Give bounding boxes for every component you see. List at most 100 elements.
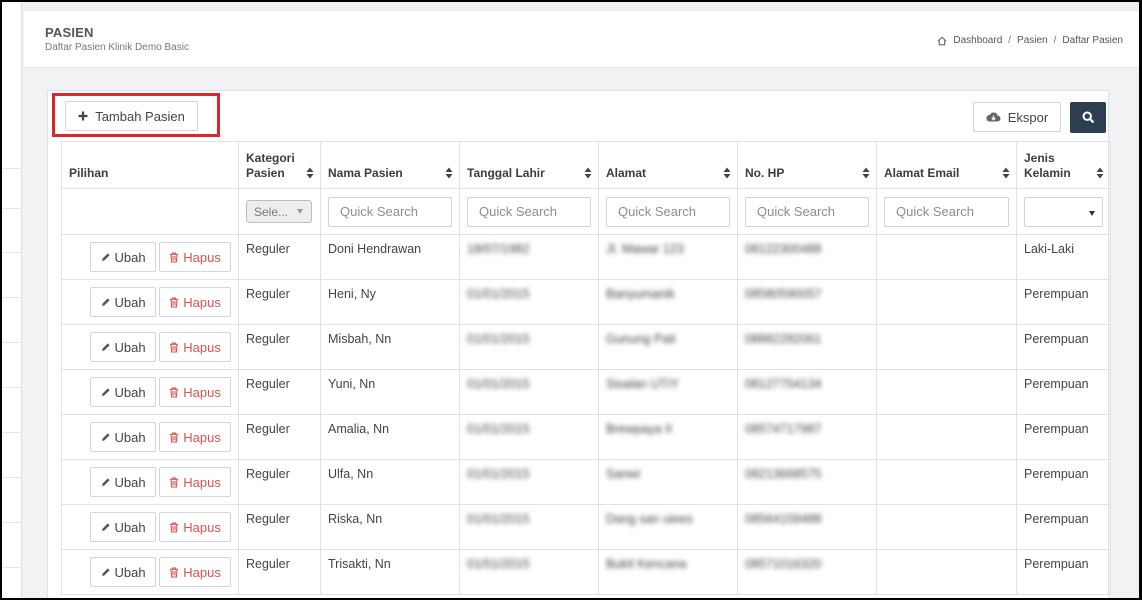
cell-no-hp: 08571016320	[737, 549, 877, 595]
cell-alamat: Dang san uiees	[598, 504, 738, 550]
column-header-email[interactable]: Alamat Email	[876, 141, 1017, 189]
cell-kategori: Reguler	[238, 414, 321, 460]
trash-icon	[170, 476, 179, 488]
plus-icon	[78, 111, 88, 121]
cell-email	[876, 234, 1017, 280]
sort-icon	[1096, 167, 1104, 179]
filter-row: Sele...	[61, 188, 1111, 235]
trash-icon	[170, 341, 179, 353]
table-row: Ubah Hapus Reguler Riska, Nn 01/01/2015 Dang …	[61, 504, 1111, 550]
edit-button[interactable]: Ubah	[90, 467, 157, 497]
cell-email	[876, 414, 1017, 460]
sort-icon	[862, 167, 870, 179]
cell-email	[876, 549, 1017, 595]
cell-kategori: Reguler	[238, 234, 321, 280]
table-row: Ubah Hapus Reguler Amalia, Nn 01/01/2015 Brew…	[61, 414, 1111, 460]
delete-button[interactable]: Hapus	[159, 467, 231, 497]
cell-tanggal-lahir: 01/01/2015	[459, 279, 599, 325]
table-row: Ubah Hapus Reguler Heni, Ny 01/01/2015 Banyum…	[61, 279, 1111, 325]
page-title: PASIEN	[45, 25, 94, 40]
table-row: Ubah Hapus Reguler Ulfa, Nn 01/01/2015 Sanwi 0…	[61, 459, 1111, 505]
row-actions: Ubah Hapus	[61, 234, 239, 280]
cell-alamat: Brewpaya II	[598, 414, 738, 460]
search-input-email[interactable]	[884, 196, 1009, 227]
row-actions: Ubah Hapus	[61, 369, 239, 415]
search-input-no-hp[interactable]	[745, 196, 869, 227]
patient-panel: Tambah Pasien Ekspor Pilihan Kategori Pa…	[47, 90, 1111, 598]
edit-button[interactable]: Ubah	[90, 332, 157, 362]
delete-button[interactable]: Hapus	[159, 287, 231, 317]
add-patient-button[interactable]: Tambah Pasien	[65, 101, 198, 131]
cell-no-hp: 08882282061	[737, 324, 877, 370]
delete-button[interactable]: Hapus	[159, 332, 231, 362]
sort-icon	[306, 167, 314, 179]
delete-button[interactable]: Hapus	[159, 422, 231, 452]
cell-nama: Misbah, Nn	[320, 324, 460, 370]
edit-button[interactable]: Ubah	[90, 242, 157, 272]
column-header-jenis-kelamin[interactable]: Jenis Kelamin	[1016, 141, 1111, 189]
gender-filter-select[interactable]	[1024, 196, 1103, 227]
search-button[interactable]	[1070, 102, 1106, 133]
edit-button[interactable]: Ubah	[90, 377, 157, 407]
cell-email	[876, 324, 1017, 370]
app-frame: PASIEN Daftar Pasien Klinik Demo Basic D…	[2, 2, 1139, 598]
cell-alamat: Gunung Pati	[598, 324, 738, 370]
search-input-nama[interactable]	[328, 196, 452, 227]
pencil-icon	[101, 253, 110, 261]
cell-no-hp: 08564159488	[737, 504, 877, 550]
column-header-no-hp[interactable]: No. HP	[737, 141, 877, 189]
edit-button[interactable]: Ubah	[90, 422, 157, 452]
cell-alamat: Sanwi	[598, 459, 738, 505]
breadcrumb-daftar-pasien: Daftar Pasien	[1062, 35, 1123, 46]
cell-nama: Yuni, Nn	[320, 369, 460, 415]
cell-email	[876, 279, 1017, 325]
cell-nama: Doni Hendrawan	[320, 234, 460, 280]
breadcrumb-pasien[interactable]: Pasien	[1017, 35, 1048, 46]
cloud-download-icon	[986, 112, 1001, 122]
breadcrumb-dashboard[interactable]: Dashboard	[953, 35, 1002, 46]
table-row: Ubah Hapus Reguler Doni Hendrawan 18/07/1982…	[61, 234, 1111, 280]
cell-email	[876, 459, 1017, 505]
edit-button[interactable]: Ubah	[90, 557, 157, 587]
cell-nama: Riska, Nn	[320, 504, 460, 550]
delete-button[interactable]: Hapus	[159, 377, 231, 407]
export-label: Ekspor	[1007, 109, 1049, 125]
cell-nama: Heni, Ny	[320, 279, 460, 325]
pencil-icon	[101, 523, 110, 531]
sort-icon	[445, 167, 453, 179]
edit-button[interactable]: Ubah	[90, 512, 157, 542]
search-input-tanggal-lahir[interactable]	[467, 196, 591, 227]
trash-icon	[170, 296, 179, 308]
trash-icon	[170, 566, 179, 578]
cell-alamat: Bukit Kencana	[598, 549, 738, 595]
cell-no-hp: 08580590057	[737, 279, 877, 325]
edit-button[interactable]: Ubah	[90, 287, 157, 317]
column-header-tanggal-lahir[interactable]: Tanggal Lahir	[459, 141, 599, 189]
column-header-nama[interactable]: Nama Pasien	[320, 141, 460, 189]
cell-jenis-kelamin: Perempuan	[1016, 414, 1111, 460]
row-actions: Ubah Hapus	[61, 279, 239, 325]
column-header-kategori[interactable]: Kategori Pasien	[238, 141, 321, 189]
table-row: Ubah Hapus Reguler Misbah, Nn 01/01/2015 Gunu…	[61, 324, 1111, 370]
category-filter-select[interactable]: Sele...	[246, 200, 312, 223]
cell-jenis-kelamin: Laki-Laki	[1016, 234, 1111, 280]
page-subtitle: Daftar Pasien Klinik Demo Basic	[45, 42, 189, 53]
table-row: Ubah Hapus Reguler Yuni, Nn 01/01/2015 Sisala…	[61, 369, 1111, 415]
pencil-icon	[101, 298, 110, 306]
cell-no-hp: 08574717987	[737, 414, 877, 460]
cell-nama: Amalia, Nn	[320, 414, 460, 460]
search-icon	[1081, 111, 1094, 124]
cell-alamat: Banyumanik	[598, 279, 738, 325]
search-input-alamat[interactable]	[606, 196, 730, 227]
column-header-alamat[interactable]: Alamat	[598, 141, 738, 189]
cell-jenis-kelamin: Perempuan	[1016, 504, 1111, 550]
cell-no-hp: 08127754134	[737, 369, 877, 415]
export-button[interactable]: Ekspor	[973, 102, 1061, 132]
delete-button[interactable]: Hapus	[159, 512, 231, 542]
cell-kategori: Reguler	[238, 369, 321, 415]
delete-button[interactable]: Hapus	[159, 557, 231, 587]
pencil-icon	[101, 478, 110, 486]
delete-button[interactable]: Hapus	[159, 242, 231, 272]
cell-tanggal-lahir: 01/01/2015	[459, 414, 599, 460]
column-header-pilihan: Pilihan	[61, 141, 239, 189]
